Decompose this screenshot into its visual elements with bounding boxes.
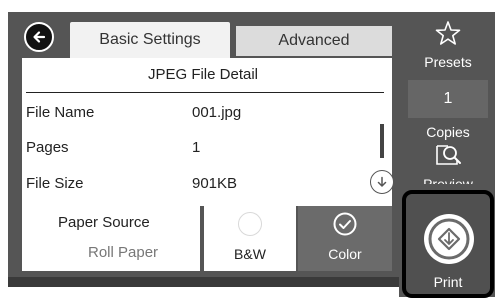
print-button[interactable]: Print (402, 190, 494, 298)
preview-button[interactable]: Preview (420, 140, 476, 184)
detail-row: File Size 901KB (26, 175, 237, 192)
detail-label: File Size (26, 175, 84, 192)
detail-label: Pages (26, 139, 69, 156)
printer-screen: Basic Settings Advanced JPEG File Detail… (0, 0, 502, 304)
tab-advanced-label: Advanced (278, 32, 350, 49)
file-detail-panel: JPEG File Detail File Name 001.jpg Pages… (22, 58, 394, 206)
copies-input[interactable]: 1 (408, 80, 488, 118)
tab-basic-settings[interactable]: Basic Settings (70, 22, 230, 58)
copies-label: Copies (426, 124, 470, 140)
preview-label: Preview (423, 176, 473, 184)
print-circle (424, 214, 474, 264)
print-label: Print (433, 274, 463, 290)
paper-source-button[interactable]: Paper Source Roll Paper (22, 206, 200, 271)
bw-mode-button[interactable]: B&W (204, 206, 296, 271)
detail-value: 001.jpg (192, 104, 242, 121)
back-arrow-icon (33, 31, 46, 43)
radio-empty-icon (238, 212, 262, 236)
scroll-down-button[interactable] (370, 170, 394, 194)
color-mode-button[interactable]: Color (298, 206, 392, 271)
paper-source-value: Roll Paper (88, 244, 159, 261)
detail-row: Pages 1 (26, 139, 200, 156)
detail-row: File Name 001.jpg (26, 104, 241, 121)
presets-button[interactable]: Presets (406, 18, 490, 76)
scroll-down-icon (377, 176, 387, 187)
tab-basic-label: Basic Settings (99, 31, 201, 48)
detail-label: File Name (26, 104, 95, 121)
panel-divider (26, 92, 384, 93)
scrollbar-thumb[interactable] (380, 124, 384, 158)
detail-value: 901KB (192, 175, 238, 192)
copies-value: 1 (443, 90, 453, 107)
back-button[interactable] (24, 22, 54, 52)
bw-mode-label: B&W (234, 246, 266, 262)
check-circle-icon (333, 212, 357, 236)
paper-source-label: Paper Source (58, 214, 150, 231)
magnifier-icon (436, 145, 461, 165)
presets-label: Presets (424, 54, 472, 70)
bottom-strip (8, 277, 399, 287)
star-icon (435, 21, 461, 45)
color-mode-label: Color (328, 246, 362, 262)
panel-title: JPEG File Detail (147, 66, 259, 83)
tab-advanced[interactable]: Advanced (236, 26, 392, 56)
print-diamond-icon (428, 218, 470, 260)
detail-value: 1 (192, 139, 201, 156)
